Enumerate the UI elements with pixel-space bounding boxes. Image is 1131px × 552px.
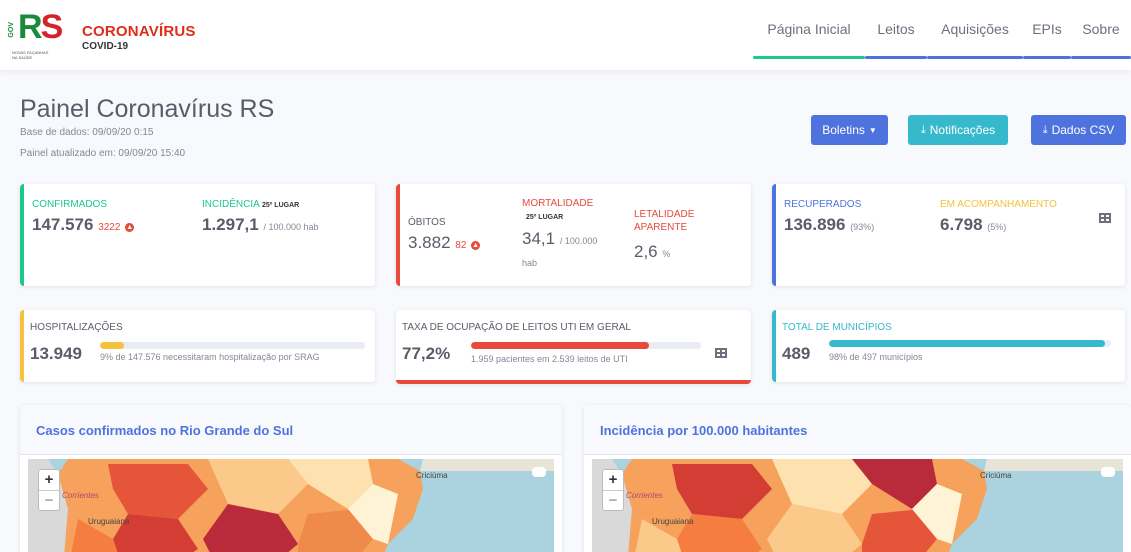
mortalidade-value: 34,1 / 100.000 — [522, 229, 598, 248]
confirmados-delta: 3222 — [98, 222, 121, 233]
panel-updated-date: Painel atualizado em: 09/09/20 15:40 — [20, 148, 186, 159]
acompanhamento-value: 6.798 (5%) — [940, 215, 1007, 234]
zoom-out-button[interactable]: − — [39, 490, 59, 510]
municipios-progress — [829, 340, 1111, 347]
map-title-incidencia: Incidência por 100.000 habitantes — [584, 405, 1131, 455]
recuperados-value: 136.896 (93%) — [784, 215, 875, 234]
letalidade-value: 2,6 % — [634, 242, 671, 261]
municipios-desc: 98% de 497 municípios — [829, 352, 923, 362]
dados-csv-download-button[interactable]: ⤓ Dados CSV — [1031, 115, 1126, 145]
map-zoom-control: + − — [38, 469, 60, 511]
card-obitos-mortalidade: ÓBITOS 3.882 82 ▲ MORTALIDADE 25º LUGAR … — [396, 184, 751, 286]
card-recuperados-acompanhamento: RECUPERADOS 136.896 (93%) EM ACOMPANHAME… — [772, 184, 1125, 286]
mortalidade-rank: 25º LUGAR — [526, 214, 564, 221]
recuperados-label: RECUPERADOS — [784, 199, 862, 210]
brand-subtitle: COVID-19 — [82, 41, 129, 52]
incidencia-value: 1.297,1 / 100.000 hab — [202, 215, 319, 234]
rs-map-shape — [28, 459, 554, 552]
uti-desc: 1.959 pacientes em 2.539 leitos de UTI — [471, 354, 628, 364]
letalidade-label: LETALIDADE APARENTE — [634, 209, 695, 233]
page-title: Painel Coronavírus RS — [20, 95, 275, 123]
brand-title: CORONAVÍRUS — [82, 23, 196, 40]
nav-leitos[interactable]: Leitos — [865, 0, 927, 59]
nav-label: Página Inicial — [767, 21, 851, 37]
acompanhamento-pct: (5%) — [987, 222, 1007, 232]
uti-value: 77,2% — [402, 344, 451, 363]
acompanhamento-label: EM ACOMPANHAMENTO — [940, 199, 1057, 210]
map-place-uruguaiana: Uruguaiana — [88, 517, 130, 526]
uti-label: TAXA DE OCUPAÇÃO DE LEITOS UTI EM GERAL — [402, 322, 631, 333]
mortalidade-unit-hab: hab — [522, 258, 538, 268]
database-date: Base de dados: 09/09/20 0:15 — [20, 127, 154, 138]
logo-tagline: NOVAS FAÇANHAS NA SAÚDE — [12, 50, 49, 60]
download-icon: ⤓ — [920, 123, 926, 136]
nav-sobre[interactable]: Sobre — [1071, 0, 1131, 59]
boletins-label: Boletins — [822, 123, 865, 137]
obitos-value: 3.882 82 ▲ — [408, 233, 481, 252]
dados-csv-label: Dados CSV — [1051, 123, 1115, 137]
nav-label: Sobre — [1082, 21, 1120, 37]
caret-down-icon: ▼ — [868, 125, 877, 135]
map-layer-toggle[interactable] — [1101, 467, 1115, 477]
arrow-up-circle-icon: ▲ — [125, 223, 135, 232]
brand[interactable]: CORONAVÍRUS COVID-19 — [82, 23, 196, 52]
map-title-confirmados: Casos confirmados no Rio Grande do Sul — [20, 405, 562, 455]
map-place-uruguaiana: Uruguaiana — [652, 517, 694, 526]
nav-pagina-inicial[interactable]: Página Inicial — [753, 0, 865, 59]
recuperados-pct: (93%) — [850, 222, 875, 232]
map-card-confirmados: Casos confirmados no Rio Grande do Sul +… — [20, 405, 562, 552]
municipios-label: TOTAL DE MUNICÍPIOS — [782, 322, 892, 333]
mortalidade-unit: / 100.000 — [559, 236, 598, 246]
main-nav: Página Inicial Leitos Aquisições EPIs So… — [753, 0, 1131, 70]
hospitalizacoes-desc: 9% de 147.576 necessitaram hospitalizaçã… — [100, 352, 320, 362]
notificacoes-label: Notificações — [929, 123, 996, 137]
nav-aquisicoes[interactable]: Aquisições — [927, 0, 1023, 59]
uti-progress — [471, 342, 701, 349]
logo-gov-text: GOV — [8, 22, 15, 38]
choropleth-map-incidencia[interactable]: + − Corrientes Uruguaiana Criciúma — [592, 459, 1123, 552]
confirmados-value: 147.576 3222 ▲ — [32, 215, 135, 234]
hospitalizacoes-progress — [100, 342, 365, 349]
confirmados-label: CONFIRMADOS — [32, 199, 107, 210]
rs-map-shape — [592, 459, 1123, 552]
incidencia-unit: / 100.000 hab — [263, 222, 319, 232]
table-icon[interactable] — [1099, 213, 1111, 223]
hospitalizacoes-label: HOSPITALIZAÇÕES — [30, 322, 123, 333]
map-place-criciuma: Criciúma — [416, 471, 448, 480]
obitos-delta: 82 — [455, 240, 467, 251]
map-place-corrientes: Corrientes — [62, 491, 99, 500]
nav-epis[interactable]: EPIs — [1023, 0, 1071, 59]
nav-label: Leitos — [877, 21, 915, 37]
card-ocupacao-uti: TAXA DE OCUPAÇÃO DE LEITOS UTI EM GERAL … — [396, 310, 751, 384]
obitos-label: ÓBITOS — [408, 217, 446, 228]
arrow-up-circle-icon: ▲ — [471, 241, 481, 250]
incidencia-label: INCIDÊNCIA 25º LUGAR — [202, 199, 300, 210]
zoom-out-button[interactable]: − — [603, 490, 623, 510]
letalidade-unit: % — [662, 249, 671, 259]
rs-government-logo[interactable]: GOV RS NOVAS FAÇANHAS NA SAÚDE — [8, 8, 68, 64]
nav-label: Aquisições — [941, 21, 1009, 37]
choropleth-map-confirmados[interactable]: + − Corrientes Uruguaiana Criciúma — [28, 459, 554, 552]
download-icon: ⤓ — [1042, 123, 1048, 136]
map-place-criciuma: Criciúma — [980, 471, 1012, 480]
top-navbar: GOV RS NOVAS FAÇANHAS NA SAÚDE CORONAVÍR… — [0, 0, 1131, 70]
map-place-corrientes: Corrientes — [626, 491, 663, 500]
mortalidade-label: MORTALIDADE — [522, 198, 594, 209]
map-layer-toggle[interactable] — [532, 467, 546, 477]
map-zoom-control: + − — [602, 469, 624, 511]
zoom-in-button[interactable]: + — [39, 470, 59, 490]
card-confirmados-incidencia: CONFIRMADOS 147.576 3222 ▲ INCIDÊNCIA 25… — [20, 184, 375, 286]
incidencia-rank: 25º LUGAR — [262, 202, 300, 209]
card-total-municipios: TOTAL DE MUNICÍPIOS 489 98% de 497 munic… — [772, 310, 1125, 382]
notificacoes-download-button[interactable]: ⤓ Notificações — [908, 115, 1008, 145]
map-card-incidencia: Incidência por 100.000 habitantes + − Co… — [584, 405, 1131, 552]
zoom-in-button[interactable]: + — [603, 470, 623, 490]
card-hospitalizacoes: HOSPITALIZAÇÕES 13.949 9% de 147.576 nec… — [20, 310, 375, 382]
nav-label: EPIs — [1032, 21, 1062, 37]
table-icon[interactable] — [715, 348, 727, 358]
logo-rs-mark: RS — [18, 8, 63, 46]
hospitalizacoes-value: 13.949 — [30, 344, 82, 363]
boletins-dropdown-button[interactable]: Boletins ▼ — [811, 115, 888, 145]
municipios-value: 489 — [782, 344, 811, 363]
